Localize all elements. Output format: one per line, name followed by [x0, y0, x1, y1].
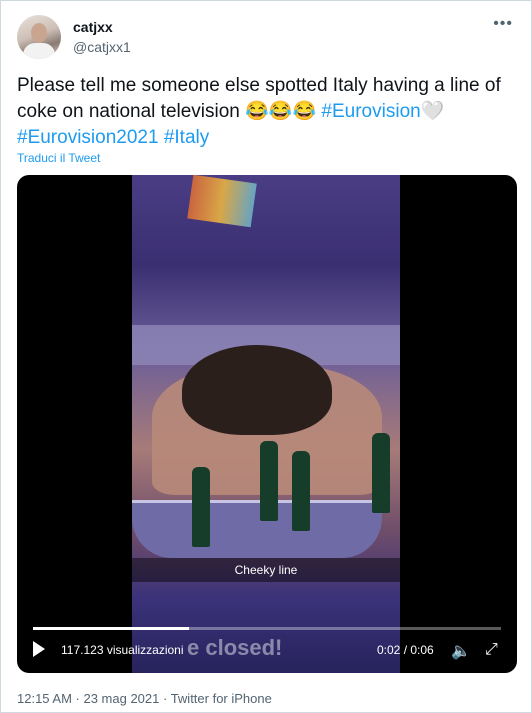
bottle-shape — [292, 451, 310, 531]
translate-tweet-link[interactable]: Traduci il Tweet — [17, 151, 100, 165]
tweet-card: catjxx @catjxx1 ••• Please tell me someo… — [0, 0, 532, 713]
volume-icon[interactable]: 🔈 — [451, 641, 471, 661]
tweet-footer: 12:15 AM · 23 mag 2021 · Twitter for iPh… — [17, 691, 272, 706]
video-caption: Cheeky line — [132, 558, 400, 582]
hair-shape — [182, 345, 332, 435]
ice-bucket-shape — [132, 500, 382, 558]
bottle-shape — [192, 467, 210, 547]
heart-icon: 🤍 — [420, 101, 445, 122]
video-progress-fill — [33, 627, 189, 630]
video-player[interactable]: Cheeky line e closed! 117.123 visualizza… — [17, 175, 517, 673]
video-views: 117.123 visualizzazioni — [61, 643, 184, 657]
avatar-shirt — [23, 43, 55, 59]
hashtag-italy[interactable]: #Italy — [164, 127, 209, 148]
hashtag-eurovision2021[interactable]: #Eurovision2021 — [17, 127, 159, 148]
avatar[interactable] — [17, 15, 61, 59]
avatar-face — [31, 23, 47, 43]
flag-shape — [187, 175, 257, 228]
video-frame — [132, 175, 400, 673]
bottle-shape — [372, 433, 390, 513]
video-time: 0:02 / 0:06 — [377, 643, 434, 657]
play-icon[interactable] — [33, 641, 45, 657]
video-controls: 117.123 visualizzazioni 0:02 / 0:06 🔈 ⤢ — [17, 637, 517, 665]
more-icon[interactable]: ••• — [493, 15, 513, 33]
hashtag-eurovision[interactable]: #Eurovision — [321, 101, 420, 122]
fullscreen-icon[interactable]: ⤢ — [485, 641, 498, 659]
tweet-text: Please tell me someone else spotted Ital… — [17, 73, 517, 151]
emoji-laugh: 😂😂😂 — [245, 101, 317, 122]
video-progress-bar[interactable] — [33, 627, 501, 630]
user-handle[interactable]: @catjxx1 — [73, 39, 131, 55]
user-name[interactable]: catjxx — [73, 19, 113, 35]
bottle-shape — [260, 441, 278, 521]
